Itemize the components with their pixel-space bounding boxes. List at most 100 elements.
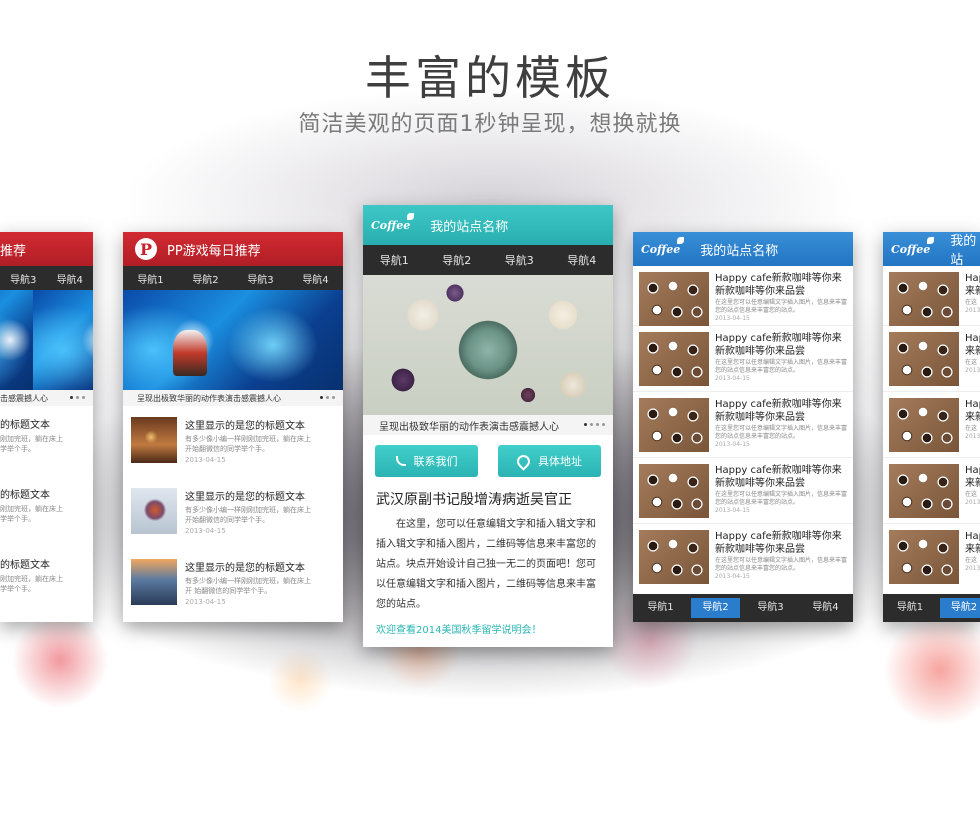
- item-desc: 在这里您可以任意编辑文字插入图片，信息来丰富您的站点信息来丰富您的站点。: [715, 491, 848, 506]
- item-title: Happy cafe新款咖啡等你来新款咖啡等你来品尝: [715, 531, 842, 555]
- item-date: 2013-04-15: [715, 573, 750, 580]
- banner-image: [123, 290, 343, 390]
- news-date: 2013-04-15: [185, 456, 226, 464]
- list-item[interactable]: Happy cafe新款咖啡等你来新款咖啡等你来品尝 在这里您可以任意编辑文字插…: [633, 266, 853, 326]
- list-item[interactable]: 的标题文本 刚加完班，躺在床上 学举个手。: [0, 416, 93, 486]
- coffee-list: Happ来新在这2013 Happ来新在这2013 Happ来新在这2013 H…: [883, 266, 980, 590]
- nav-bar: 导航3 导航4: [0, 266, 93, 290]
- bottom-nav-item-1[interactable]: 导航1: [886, 598, 934, 618]
- item-title: Happy cafe新款咖啡等你来新款咖啡等你来品尝: [715, 273, 842, 297]
- item-title: Happy cafe新款咖啡等你来新款咖啡等你来品尝: [715, 465, 842, 489]
- bottom-nav-item-4[interactable]: 导航4: [801, 598, 850, 618]
- news-desc: 开始翻微信的同学举个手。: [185, 516, 269, 524]
- news-thumbnail: [131, 417, 177, 463]
- list-item[interactable]: Happy cafe新款咖啡等你来新款咖啡等你来品尝 在这里您可以任意编辑文字插…: [633, 326, 853, 392]
- page-title: 丰富的模板: [365, 51, 615, 105]
- coffee-thumbnail: [639, 464, 709, 518]
- item-desc: 在这里您可以任意编辑文字插入图片，信息来丰富您的站点信息来丰富您的站点。: [715, 557, 848, 572]
- coffee-thumbnail: [639, 272, 709, 326]
- news-date: 2013-04-15: [185, 527, 226, 535]
- page-subtitle: 简洁美观的页面1秒钟呈现，想换就换: [298, 112, 682, 137]
- coffee-thumbnail: [889, 332, 959, 386]
- nav-item-2[interactable]: 导航2: [178, 271, 233, 286]
- news-title: 这里显示的是您的标题文本: [185, 421, 305, 432]
- list-item[interactable]: 的标题文本 刚加完班，躺在床上 学举个手。: [0, 556, 93, 622]
- bottom-nav-item-2[interactable]: 导航2: [940, 598, 980, 618]
- banner-caption: 呈现出极致华丽的动作表演击感震撼人心: [123, 390, 343, 406]
- address-button[interactable]: 具体地址: [498, 445, 601, 477]
- coffee-thumbnail: [639, 530, 709, 584]
- contact-button[interactable]: 联系我们: [375, 445, 478, 477]
- nav-item-1[interactable]: 导航1: [363, 252, 426, 268]
- list-item[interactable]: Happ来新在这2013: [883, 392, 980, 458]
- coffee-thumbnail: [889, 464, 959, 518]
- phone-icon: [395, 456, 406, 466]
- coffee-thumbnail: [639, 398, 709, 452]
- nav-item-3[interactable]: 导航3: [488, 252, 551, 268]
- item-title: Happy cafe新款咖啡等你来新款咖啡等你来品尝: [715, 333, 842, 357]
- location-pin-icon: [514, 451, 533, 471]
- template-header: Coffee 我的站: [883, 232, 980, 268]
- article-link[interactable]: 欢迎查看2014美国秋季留学说明会！: [363, 615, 613, 636]
- carousel-dots: [584, 423, 605, 426]
- pp-logo-icon: P: [135, 238, 157, 260]
- nav-bar: 导航1 导航2 导航3 导航4: [123, 266, 343, 290]
- nav-item-3[interactable]: 导航3: [0, 271, 47, 286]
- list-item[interactable]: 这里显示的是您的标题文本 有多少像小编一样刚刚加完班，躺在床上 开 始翻微信的同…: [123, 548, 343, 619]
- coffee-thumbnail: [889, 398, 959, 452]
- header-title: 推荐: [0, 243, 27, 259]
- game-character: [173, 330, 207, 376]
- header-title: 我的站点名称: [700, 243, 779, 259]
- article-body: 在这里，您可以任意编辑文字和插入辑文字和插入辑文字和插入图片，二维码等信息来丰富…: [376, 519, 596, 610]
- template-blue[interactable]: Coffee 我的站点名称 Happy cafe新款咖啡等你来新款咖啡等你来品尝…: [633, 232, 853, 622]
- coffee-logo-icon: Coffee: [891, 236, 935, 256]
- list-item[interactable]: Happ来新在这2013: [883, 326, 980, 392]
- nav-item-3[interactable]: 导航3: [233, 271, 288, 286]
- item-date: 2013-04-15: [715, 507, 750, 514]
- item-date: 2013-04-15: [715, 441, 750, 448]
- nav-item-2[interactable]: 导航2: [426, 252, 489, 268]
- news-desc: 有多少像小编一样刚刚加完班，躺在床上: [185, 506, 311, 514]
- banner-image: [363, 275, 613, 415]
- coffee-list: Happy cafe新款咖啡等你来新款咖啡等你来品尝 在这里您可以任意编辑文字插…: [633, 266, 853, 590]
- news-date: 2013-04-15: [185, 598, 226, 606]
- news-thumbnail: [131, 559, 177, 605]
- nav-item-4[interactable]: 导航4: [47, 271, 94, 286]
- news-desc: 有多少像小编一样刚刚加完班，躺在床上: [185, 577, 311, 585]
- nav-item-4[interactable]: 导航4: [288, 271, 343, 286]
- template-blue-partial[interactable]: Coffee 我的站 Happ来新在这2013 Happ来新在这2013 Hap…: [883, 232, 980, 622]
- bottom-nav-item-3[interactable]: 导航3: [746, 598, 795, 618]
- bottom-nav-item-1[interactable]: 导航1: [636, 598, 685, 618]
- list-item[interactable]: Happ来新在这2013: [883, 524, 980, 590]
- template-red[interactable]: P PP游戏每日推荐 导航1 导航2 导航3 导航4 呈现出极致华丽的动作表演击…: [123, 232, 343, 622]
- list-item[interactable]: 这里显示的是您的标题文本 有多少像小编一样刚刚加完班，躺在床上 开始翻微信的同学…: [123, 477, 343, 548]
- news-desc: 有多少像小编一样刚刚加完班，躺在床上: [185, 435, 311, 443]
- template-header: P PP游戏每日推荐: [123, 232, 343, 266]
- nav-item-1[interactable]: 导航1: [123, 271, 178, 286]
- item-date: 2013-04-15: [715, 375, 750, 382]
- bottom-nav: 导航1 导航2: [883, 594, 980, 622]
- list-item[interactable]: Happy cafe新款咖啡等你来新款咖啡等你来品尝 在这里您可以任意编辑文字插…: [633, 392, 853, 458]
- nav-bar: 导航1 导航2 导航3 导航4: [363, 245, 613, 275]
- template-header: Coffee 我的站点名称: [633, 232, 853, 266]
- header-title: 我的站: [950, 234, 977, 268]
- news-desc: 开 始翻微信的同学举个手。: [185, 587, 272, 595]
- coffee-logo-icon: Coffee: [641, 236, 685, 256]
- list-item[interactable]: Happy cafe新款咖啡等你来新款咖啡等你来品尝 在这里您可以任意编辑文字插…: [633, 458, 853, 524]
- item-desc: 在这里您可以任意编辑文字插入图片，信息来丰富您的站点信息来丰富您的站点。: [715, 299, 848, 314]
- bottom-nav-item-2[interactable]: 导航2: [691, 598, 740, 618]
- template-red-partial[interactable]: 推荐 导航3 导航4 击感震撼人心 的标题文本 刚加完班，躺在床上 学举个手。 …: [0, 232, 93, 622]
- banner-caption: 呈现出极致华丽的动作表演击感震撼人心: [363, 415, 613, 435]
- list-item[interactable]: Happ来新在这2013: [883, 458, 980, 524]
- coffee-logo-icon: Coffee: [371, 212, 415, 232]
- carousel-dots: [320, 396, 335, 399]
- list-item[interactable]: 的标题文本 刚加完班，躺在床上 学举个手。: [0, 486, 93, 556]
- list-item[interactable]: Happy cafe新款咖啡等你来新款咖啡等你来品尝 在这里您可以任意编辑文字插…: [633, 524, 853, 590]
- template-teal[interactable]: Coffee 我的站点名称 导航1 导航2 导航3 导航4 呈现出极致华丽的动作…: [363, 205, 613, 647]
- list-item[interactable]: Happ来新在这2013: [883, 266, 980, 326]
- news-title: 这里显示的是您的标题文本: [185, 563, 305, 574]
- template-header: 推荐: [0, 232, 93, 266]
- nav-item-4[interactable]: 导航4: [551, 252, 614, 268]
- item-title: Happy cafe新款咖啡等你来新款咖啡等你来品尝: [715, 399, 842, 423]
- list-item[interactable]: 这里显示的是您的标题文本 有多少像小编一样刚刚加完班，躺在床上 开始翻微信的同学…: [123, 406, 343, 477]
